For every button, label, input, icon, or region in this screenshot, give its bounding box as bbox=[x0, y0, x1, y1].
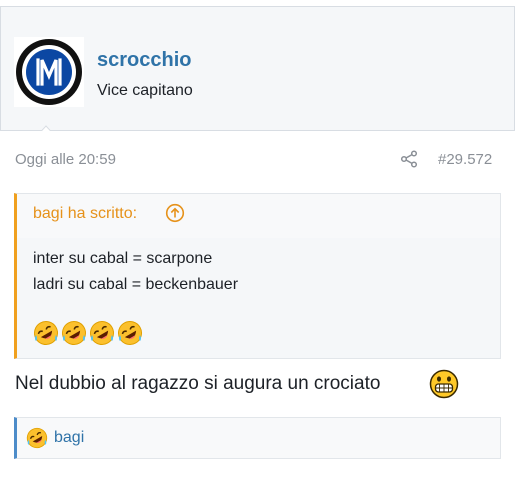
grimace-emoji-icon bbox=[429, 369, 459, 399]
post-body: Oggi alle 20:59 #29.572 bagi ha scritto:… bbox=[0, 131, 515, 480]
post-message: Nel dubbio al ragazzo si augura un croci… bbox=[15, 373, 381, 394]
quote-header: bagi ha scritto: bbox=[17, 194, 500, 238]
rolling-laughing-emoji-icon bbox=[34, 321, 58, 345]
rolling-laughing-emoji-icon[interactable] bbox=[26, 427, 48, 449]
quote-emoji-row bbox=[33, 320, 143, 346]
reaction-users-link[interactable]: bagi bbox=[54, 429, 84, 447]
quote-text-line: inter su cabal = scarpone bbox=[33, 250, 213, 267]
quote-block: bagi ha scritto: inter su cabal = scarpo… bbox=[14, 193, 501, 359]
post-number-link[interactable]: #29.572 bbox=[438, 151, 492, 168]
rolling-laughing-emoji-icon bbox=[118, 321, 142, 345]
share-icon[interactable] bbox=[400, 150, 418, 168]
quote-text-line: ladri su cabal = beckenbauer bbox=[33, 276, 239, 293]
post-date[interactable]: Oggi alle 20:59 bbox=[15, 151, 116, 168]
avatar[interactable] bbox=[14, 37, 84, 107]
username[interactable]: scrocchio bbox=[97, 49, 191, 72]
quote-author-link[interactable]: bagi ha scritto: bbox=[33, 205, 137, 223]
divider bbox=[0, 7, 1, 130]
rolling-laughing-emoji-icon bbox=[62, 321, 86, 345]
inter-logo-icon bbox=[16, 39, 82, 105]
rolling-laughing-emoji-icon bbox=[90, 321, 114, 345]
user-title: Vice capitano bbox=[97, 82, 193, 99]
reactions-bar: bagi bbox=[14, 417, 501, 459]
arrow-up-circle-icon[interactable] bbox=[165, 203, 185, 223]
user-block: scrocchio Vice capitano bbox=[0, 7, 515, 139]
